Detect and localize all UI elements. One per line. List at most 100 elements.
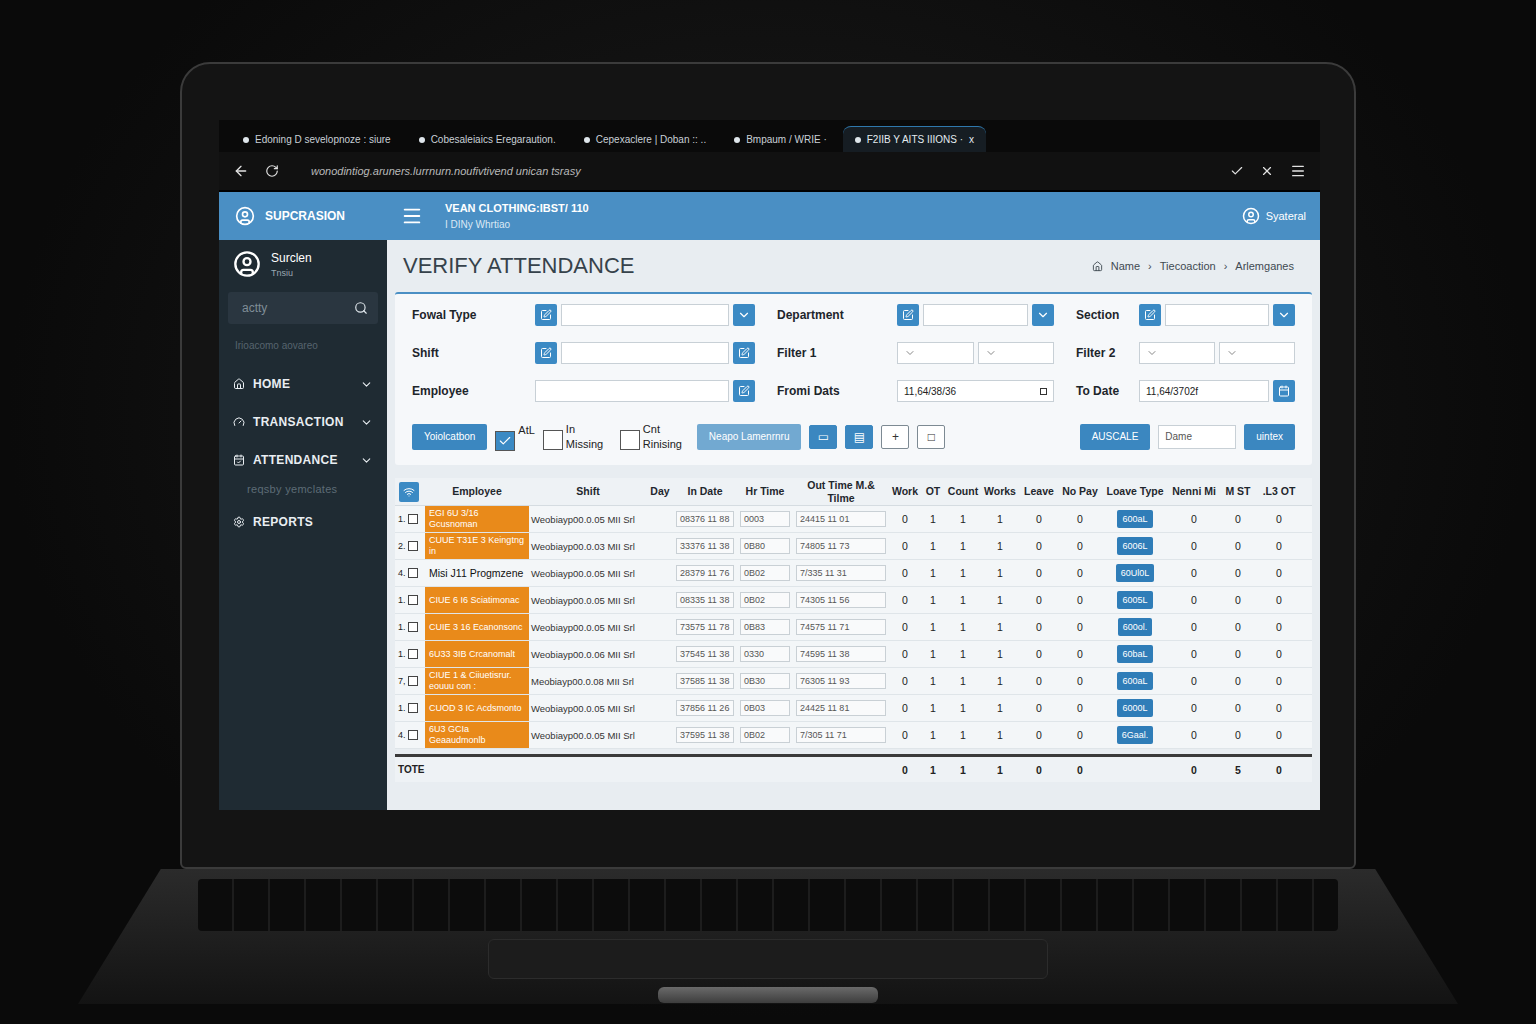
checkbox-field[interactable]: Cnt Rinising [620, 422, 689, 451]
row-checkbox[interactable] [408, 649, 418, 659]
action-button[interactable]: Neapo Lamenrnru [697, 424, 802, 450]
column-header[interactable]: In Date [673, 485, 737, 498]
table-row[interactable]: 1.CIUE 6 I6 SciatimonacWeobiayp00.0.05 M… [395, 587, 1312, 614]
select-input[interactable] [1139, 342, 1215, 364]
value-box[interactable]: 74595 11 38 [796, 646, 886, 662]
sidebar-item[interactable]: TRANSACTION [219, 403, 387, 441]
sidebar-brand[interactable]: SUPCRASION [219, 192, 387, 240]
value-box[interactable]: 0003 [740, 511, 790, 527]
value-box[interactable]: 74575 11 71 [796, 619, 886, 635]
value-box[interactable]: 33376 11 38 [676, 538, 734, 554]
date-control[interactable]: 11,64/38/36 [897, 380, 1054, 402]
row-checkbox[interactable] [408, 676, 418, 686]
sidebar-item[interactable]: ATTENDANCE [219, 441, 387, 479]
sidebar-search[interactable]: actty [228, 292, 378, 324]
leave-type-button[interactable]: 6Gaal. [1117, 726, 1154, 744]
row-checkbox[interactable] [408, 541, 418, 551]
select-input[interactable] [561, 304, 729, 326]
leave-type-button[interactable]: 60Ul0L [1116, 564, 1155, 582]
leave-type-button[interactable]: 600aL [1117, 510, 1152, 528]
sidebar-item[interactable]: REPORTS [219, 503, 387, 541]
checkbox-field[interactable]: AtL [495, 423, 535, 451]
search-icon[interactable] [354, 301, 368, 315]
leave-type-button[interactable]: 600aL [1117, 672, 1152, 690]
lookup-button[interactable] [733, 380, 755, 402]
select-control[interactable] [535, 304, 755, 326]
icon-button[interactable]: ▭ [809, 425, 837, 449]
column-header[interactable]: M ST [1219, 485, 1257, 498]
table-row[interactable]: 1.CUIE 3 16 EcanonsoncWeobiayp00.0.05 MI… [395, 614, 1312, 641]
value-box[interactable]: 24415 11 01 [796, 511, 886, 527]
value-box[interactable]: 0B30 [740, 673, 790, 689]
select-control[interactable] [1139, 304, 1295, 326]
menu-icon[interactable] [1290, 163, 1306, 179]
tab-close[interactable]: x [969, 134, 974, 145]
value-box[interactable]: 37595 11 38 [676, 727, 734, 743]
table-row[interactable]: 7,CIUE 1 & Ciiuetisrur. eouuu con :Meobi… [395, 668, 1312, 695]
value-box[interactable]: 73575 11 78 [676, 619, 734, 635]
column-header[interactable]: Hr Time [737, 485, 793, 498]
checkbox[interactable] [620, 430, 640, 450]
value-box[interactable]: 76305 11 93 [796, 673, 886, 689]
value-box[interactable]: 7/335 11 31 [796, 565, 886, 581]
select-input[interactable] [1219, 342, 1295, 364]
value-box[interactable]: 0B80 [740, 538, 790, 554]
value-box[interactable]: 24425 11 81 [796, 700, 886, 716]
column-header[interactable]: Shift [529, 485, 647, 498]
url-field[interactable]: wonodintiog.aruners.lurrnurn.noufivtiven… [295, 165, 1214, 177]
icon-button[interactable]: + [881, 425, 909, 449]
date-input[interactable]: 11,64/3702f [1139, 380, 1269, 402]
checkbox[interactable] [543, 430, 563, 450]
row-checkbox[interactable] [408, 703, 418, 713]
trackpad[interactable] [488, 939, 1048, 979]
browser-tab[interactable]: F2IIB Y AITS IIIONS ·x [843, 126, 986, 152]
value-box[interactable]: 0B83 [740, 619, 790, 635]
leave-type-button[interactable]: 6000L [1117, 699, 1152, 717]
row-checkbox[interactable] [408, 730, 418, 740]
row-checkbox[interactable] [408, 622, 418, 632]
sidebar-item[interactable]: HOME [219, 365, 387, 403]
row-checkbox[interactable] [408, 595, 418, 605]
close-icon[interactable] [1260, 164, 1274, 178]
double-select[interactable] [1139, 342, 1295, 364]
value-box[interactable]: 0330 [740, 646, 790, 662]
reload-icon[interactable] [265, 164, 279, 178]
date-control[interactable]: 11,64/3702f [1139, 380, 1295, 402]
select-control[interactable] [897, 304, 1054, 326]
dropdown-button[interactable] [1032, 304, 1054, 326]
row-checkbox[interactable] [408, 514, 418, 524]
column-header[interactable]: Work [889, 485, 921, 498]
column-header[interactable]: No Pay [1059, 485, 1101, 498]
date-input[interactable]: 11,64/38/36 [897, 380, 1054, 402]
value-box[interactable]: 7/305 11 71 [796, 727, 886, 743]
action-button[interactable]: AUSCALE [1080, 424, 1151, 450]
column-header[interactable]: .L3 OT [1257, 485, 1301, 498]
action-button[interactable]: uintex [1244, 424, 1295, 450]
dropdown-button[interactable] [733, 304, 755, 326]
column-header[interactable]: Out Time M.& Tilme [793, 479, 889, 504]
table-row[interactable]: 1.CUOD 3 IC AcdsmontoWeobiayp00.0.05 MII… [395, 695, 1312, 722]
value-box[interactable]: 0B02 [740, 592, 790, 608]
leave-type-button[interactable]: 600ol. [1118, 618, 1153, 636]
table-row[interactable]: 1.EGI 6U 3/16 GcusnomanWeobiayp00.0.05 M… [395, 506, 1312, 533]
column-header[interactable]: OT [921, 485, 945, 498]
leave-type-button[interactable]: 6006L [1117, 537, 1152, 555]
text-input[interactable] [535, 380, 729, 402]
select-input[interactable] [1165, 304, 1269, 326]
column-header[interactable]: Count [945, 485, 981, 498]
action-button[interactable]: Yoiolcatbon [412, 424, 487, 450]
breadcrumb-item[interactable]: Arlemganes [1235, 260, 1294, 272]
value-box[interactable]: 08376 11 88 [676, 511, 734, 527]
value-box[interactable]: 08335 11 38 [676, 592, 734, 608]
table-row[interactable]: 2.CUUE T31E 3 Keingtng inWeobiayp00.0.03… [395, 533, 1312, 560]
leave-type-button[interactable]: 60baL [1117, 645, 1152, 663]
checkbox[interactable] [495, 431, 515, 451]
value-box[interactable]: 28379 11 76 [676, 565, 734, 581]
column-header[interactable]: Works [981, 485, 1019, 498]
input-control[interactable] [535, 342, 755, 364]
input-control[interactable] [535, 380, 755, 402]
table-row[interactable]: 4.Misi J11 ProgmzeneWeobiayp00.0.05 MII … [395, 560, 1312, 587]
column-header[interactable]: Nenni Mi [1169, 485, 1219, 498]
breadcrumb-item[interactable]: Tiecoaction [1160, 260, 1216, 272]
lookup-button[interactable] [733, 342, 755, 364]
